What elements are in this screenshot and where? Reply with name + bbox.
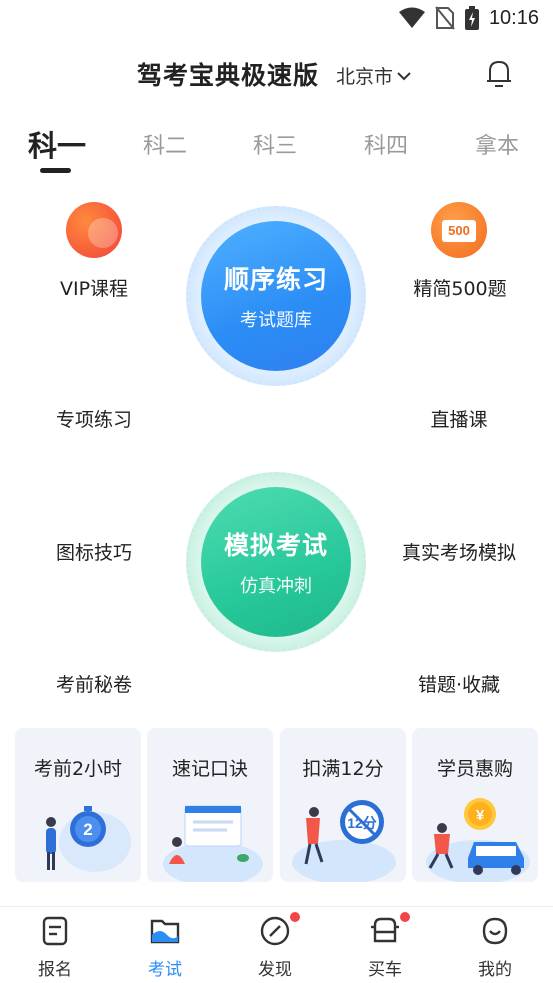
- mock-exam-core: 模拟考试 仿真冲刺: [201, 487, 351, 637]
- coin-symbol: ¥: [476, 807, 485, 824]
- card-title: 考前2小时: [33, 758, 123, 780]
- order-practice-subtitle: 考试题库: [240, 310, 312, 331]
- pre-exam-secret[interactable]: 考前秘卷: [44, 670, 144, 697]
- board-illustration-icon: [163, 805, 263, 882]
- special-practice[interactable]: 专项练习: [44, 405, 144, 432]
- nav-buy-car[interactable]: 买车: [330, 907, 440, 983]
- card-title: 速记口诀: [171, 758, 248, 780]
- wrong-questions-favorites[interactable]: 错题·收藏: [403, 670, 515, 697]
- tab-ke-san[interactable]: 科三: [253, 128, 297, 160]
- jingjian-500-badge-text: 500: [442, 220, 476, 242]
- order-practice-title: 顺序练习: [223, 265, 328, 294]
- buy-car-badge: [400, 912, 410, 922]
- battery-charging-icon: [464, 6, 479, 30]
- icon-tips[interactable]: 图标技巧: [44, 538, 144, 565]
- status-bar: 10:16: [0, 0, 553, 38]
- discover-icon: [260, 916, 290, 946]
- tab-ke-si[interactable]: 科四: [364, 128, 408, 160]
- card-title: 学员惠购: [436, 758, 513, 780]
- nav-label: 报名: [38, 960, 72, 980]
- tab-ke-er[interactable]: 科二: [143, 128, 187, 160]
- 12-points-illustration-icon: 12分: [292, 800, 396, 882]
- nav-label: 发现: [258, 960, 292, 980]
- subject-tabs: 科一 科二 科三 科四 拿本: [0, 120, 553, 176]
- exam-icon: [150, 919, 180, 944]
- app-title: 驾考宝典极速版: [137, 61, 320, 90]
- mock-exam-button[interactable]: 模拟考试 仿真冲刺: [186, 472, 366, 652]
- order-practice-button[interactable]: 顺序练习 考试题库: [186, 206, 366, 386]
- vip-course-icon[interactable]: [66, 202, 122, 258]
- nav-label: 我的: [478, 960, 512, 980]
- mock-exam-subtitle: 仿真冲刺: [240, 576, 312, 597]
- card-12-points[interactable]: 扣满12分 12分: [280, 728, 406, 882]
- discover-badge: [290, 912, 300, 922]
- nav-discover[interactable]: 发现: [220, 907, 330, 983]
- jingjian-500-icon[interactable]: 500: [431, 202, 487, 258]
- nav-signup[interactable]: 报名: [0, 907, 110, 983]
- stopwatch-illustration-icon: 2: [46, 806, 131, 872]
- nav-label: 考试: [148, 960, 182, 980]
- signup-icon: [42, 916, 68, 946]
- card-title: 扣满12分: [302, 758, 384, 780]
- no-sim-icon: [435, 6, 455, 30]
- jingjian-500-label[interactable]: 精简500题: [405, 274, 515, 301]
- status-time: 10:16: [488, 6, 539, 29]
- bell-icon[interactable]: [482, 56, 516, 90]
- card-student-discount[interactable]: 学员惠购 ¥: [412, 728, 538, 882]
- card-two-hours[interactable]: 考前2小时 2: [15, 728, 141, 882]
- real-exam-simulation[interactable]: 真实考场模拟: [393, 538, 525, 565]
- tab-na-ben[interactable]: 拿本: [475, 128, 519, 160]
- vip-course-label[interactable]: VIP课程: [44, 274, 144, 301]
- card-mnemonic[interactable]: 速记口诀: [147, 728, 273, 882]
- tab-active-indicator: [40, 168, 71, 173]
- nav-label: 买车: [368, 960, 402, 980]
- car-coin-illustration-icon: ¥: [426, 798, 530, 882]
- wifi-icon: [398, 7, 425, 28]
- tab-ke-yi[interactable]: 科一: [28, 123, 86, 165]
- order-practice-core: 顺序练习 考试题库: [201, 221, 351, 371]
- nav-profile[interactable]: 我的: [440, 907, 550, 983]
- city-selector[interactable]: 北京市: [336, 62, 411, 89]
- nav-exam[interactable]: 考试: [110, 907, 220, 983]
- chevron-down-icon: [397, 71, 411, 80]
- city-label: 北京市: [336, 66, 394, 88]
- mock-exam-title: 模拟考试: [223, 531, 328, 560]
- profile-icon: [482, 917, 508, 945]
- bottom-navigation: 报名 考试 发现 买车 我的: [0, 906, 553, 983]
- stopwatch-number: 2: [83, 820, 92, 839]
- live-course[interactable]: 直播课: [409, 405, 509, 432]
- car-icon: [371, 917, 399, 943]
- header: 驾考宝典极速版 北京市: [0, 50, 553, 96]
